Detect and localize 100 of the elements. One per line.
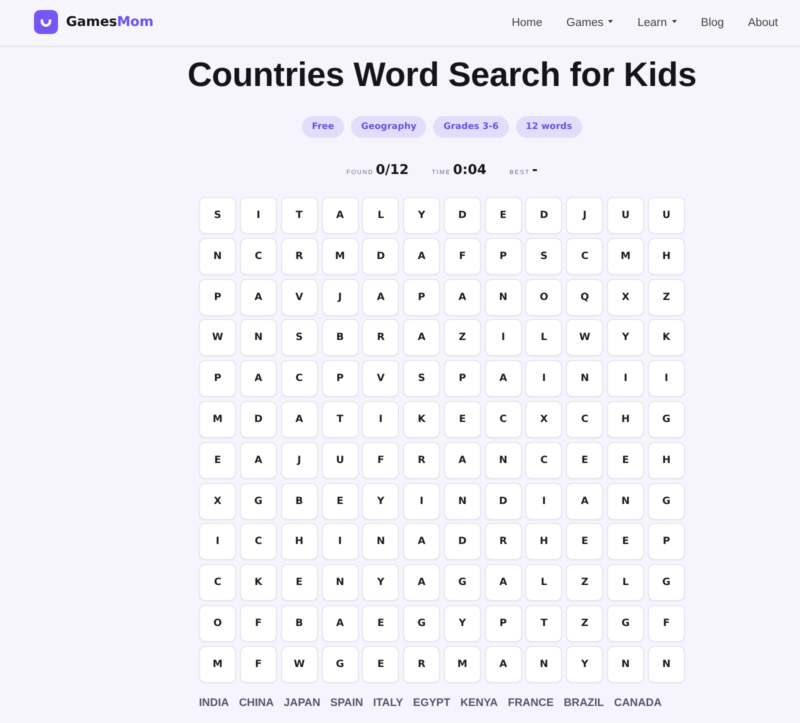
letter-tile[interactable]: N — [484, 442, 522, 479]
letter-tile[interactable]: E — [362, 604, 400, 642]
letter-tile[interactable]: G — [607, 604, 644, 642]
letter-tile[interactable]: I — [322, 523, 358, 560]
letter-tile[interactable]: Y — [607, 319, 644, 356]
letter-tile[interactable]: M — [322, 238, 358, 275]
letter-tile[interactable]: G — [444, 564, 481, 602]
letter-tile[interactable]: N — [322, 564, 358, 602]
letter-tile[interactable]: C — [240, 238, 277, 275]
letter-tile[interactable]: Y — [566, 646, 604, 683]
letter-tile[interactable]: I — [607, 360, 644, 398]
letter-tile[interactable]: X — [525, 400, 562, 438]
letter-tile[interactable]: C — [566, 238, 604, 275]
letter-tile[interactable]: I — [525, 360, 562, 398]
letter-tile[interactable]: A — [484, 564, 522, 602]
letter-tile[interactable]: F — [362, 442, 400, 479]
letter-tile[interactable]: E — [566, 523, 604, 560]
letter-tile[interactable]: S — [403, 360, 440, 398]
letter-tile[interactable]: E — [199, 442, 236, 479]
letter-tile[interactable]: G — [322, 646, 358, 683]
letter-tile[interactable]: A — [484, 646, 522, 683]
letter-tile[interactable]: D — [444, 197, 481, 234]
letter-tile[interactable]: H — [648, 238, 685, 275]
letter-tile[interactable]: T — [322, 400, 358, 438]
letter-tile[interactable]: U — [648, 197, 685, 234]
letter-tile[interactable]: E — [607, 523, 644, 560]
letter-tile[interactable]: I — [403, 482, 440, 520]
letter-tile[interactable]: A — [240, 278, 277, 316]
letter-tile[interactable]: E — [444, 400, 481, 438]
letter-tile[interactable]: P — [648, 523, 685, 560]
letter-tile[interactable]: C — [566, 400, 604, 438]
letter-tile[interactable]: Z — [444, 319, 481, 356]
letter-tile[interactable]: P — [444, 360, 481, 398]
letter-tile[interactable]: H — [607, 400, 644, 438]
letter-tile[interactable]: I — [484, 319, 522, 356]
letter-tile[interactable]: W — [199, 319, 236, 356]
letter-tile[interactable]: F — [444, 238, 481, 275]
letter-tile[interactable]: L — [607, 564, 644, 602]
letter-tile[interactable]: G — [648, 564, 685, 602]
letter-tile[interactable]: M — [199, 646, 236, 683]
letter-tile[interactable]: A — [240, 360, 277, 398]
letter-tile[interactable]: D — [444, 523, 481, 560]
letter-tile[interactable]: E — [566, 442, 604, 479]
letter-tile[interactable]: A — [566, 482, 604, 520]
letter-tile[interactable]: E — [607, 442, 644, 479]
letter-tile[interactable]: H — [648, 442, 685, 479]
letter-tile[interactable]: N — [199, 238, 236, 275]
letter-tile[interactable]: G — [648, 482, 685, 520]
letter-tile[interactable]: P — [484, 238, 522, 275]
letter-tile[interactable]: P — [199, 278, 236, 316]
letter-tile[interactable]: I — [199, 523, 236, 560]
letter-tile[interactable]: N — [607, 646, 644, 683]
letter-tile[interactable]: Z — [566, 604, 604, 642]
letter-tile[interactable]: R — [484, 523, 522, 560]
letter-tile[interactable]: L — [362, 197, 400, 234]
letter-tile[interactable]: J — [566, 197, 604, 234]
letter-tile[interactable]: A — [322, 604, 358, 642]
letter-tile[interactable]: M — [199, 400, 236, 438]
brand-name[interactable]: GamesMom — [66, 14, 154, 30]
letter-tile[interactable]: U — [322, 442, 358, 479]
logo-icon[interactable] — [34, 10, 58, 34]
letter-tile[interactable]: D — [240, 400, 277, 438]
letter-tile[interactable]: C — [240, 523, 277, 560]
letter-tile[interactable]: J — [322, 278, 358, 316]
nav-link[interactable]: Games — [566, 14, 614, 32]
letter-tile[interactable]: O — [525, 278, 562, 316]
letter-tile[interactable]: A — [444, 278, 481, 316]
letter-tile[interactable]: V — [280, 278, 318, 316]
letter-tile[interactable]: N — [648, 646, 685, 683]
letter-tile[interactable]: C — [525, 442, 562, 479]
letter-tile[interactable]: H — [280, 523, 318, 560]
letter-tile[interactable]: A — [403, 564, 440, 602]
letter-tile[interactable]: C — [199, 564, 236, 602]
letter-tile[interactable]: P — [199, 360, 236, 398]
letter-tile[interactable]: F — [240, 646, 277, 683]
letter-tile[interactable]: O — [199, 604, 236, 642]
letter-tile[interactable]: I — [362, 400, 400, 438]
letter-tile[interactable]: N — [240, 319, 277, 356]
letter-tile[interactable]: T — [525, 604, 562, 642]
letter-tile[interactable]: B — [322, 319, 358, 356]
letter-tile[interactable]: G — [403, 604, 440, 642]
letter-tile[interactable]: I — [648, 360, 685, 398]
letter-tile[interactable]: S — [280, 319, 318, 356]
letter-tile[interactable]: T — [280, 197, 318, 234]
letter-tile[interactable]: Y — [403, 197, 440, 234]
letter-tile[interactable]: N — [525, 646, 562, 683]
letter-tile[interactable]: X — [607, 278, 644, 316]
letter-tile[interactable]: R — [362, 319, 400, 356]
letter-tile[interactable]: R — [403, 442, 440, 479]
letter-tile[interactable]: F — [648, 604, 685, 642]
letter-tile[interactable]: B — [280, 482, 318, 520]
letter-tile[interactable]: C — [484, 400, 522, 438]
letter-tile[interactable]: X — [199, 482, 236, 520]
letter-tile[interactable]: G — [240, 482, 277, 520]
letter-tile[interactable]: E — [280, 564, 318, 602]
letter-tile[interactable]: A — [403, 238, 440, 275]
letter-tile[interactable]: E — [322, 482, 358, 520]
letter-tile[interactable]: W — [280, 646, 318, 683]
letter-tile[interactable]: A — [322, 197, 358, 234]
letter-tile[interactable]: R — [403, 646, 440, 683]
